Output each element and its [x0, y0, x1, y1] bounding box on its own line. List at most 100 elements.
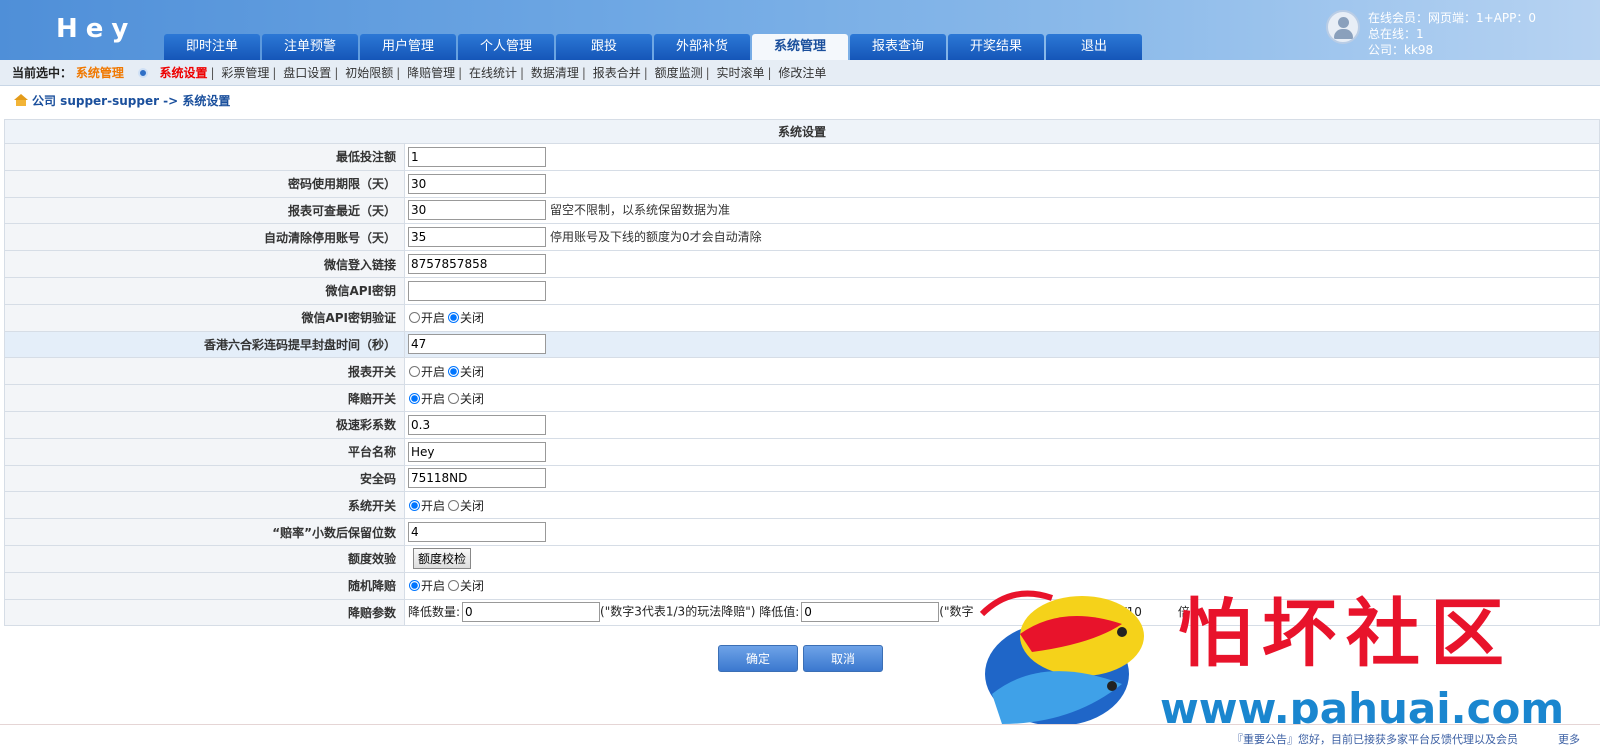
radio-label: 开启: [421, 579, 446, 594]
table-row: 系统开关 开启 关闭: [4, 491, 1600, 520]
wechat-key-input[interactable]: [408, 280, 546, 301]
cancel-button[interactable]: 取消: [803, 645, 883, 672]
platform-name-input[interactable]: [408, 441, 546, 462]
reduce-value-hint: ("数字: [939, 604, 974, 619]
tab-report-query[interactable]: 报表查询: [850, 34, 946, 60]
subnav-lottery-management[interactable]: 彩票管理: [221, 66, 269, 80]
reduce-count-label: 降低数量:: [408, 604, 461, 619]
report-days-label: 报表可查最近（天）: [4, 196, 405, 225]
app-logo: Hey: [56, 14, 137, 44]
speed-factor-input[interactable]: [408, 414, 546, 435]
wechat-verify-off-radio[interactable]: [448, 312, 460, 324]
wechat-key-label: 微信API密钥: [4, 276, 405, 305]
avatar-icon: [1326, 10, 1360, 44]
platform-name-label: 平台名称: [4, 437, 405, 466]
company-text: 公司：kk98: [1368, 43, 1434, 57]
table-row: 最低投注额: [4, 143, 1600, 171]
subnav-data-cleanup[interactable]: 数据清理: [531, 66, 579, 80]
table-row: 微信登入链接: [4, 250, 1600, 278]
auto-clear-input[interactable]: [408, 227, 546, 248]
system-switch-on-radio[interactable]: [409, 499, 420, 511]
report-days-input[interactable]: [408, 200, 546, 221]
subnav-quota-monitor[interactable]: 额度监测: [655, 66, 703, 80]
table-row: “赔率”小数后保留位数: [4, 518, 1600, 546]
subnav-odds-reduction[interactable]: 降赔管理: [407, 66, 455, 80]
table-row: 微信API密钥验证 开启 关闭: [4, 303, 1600, 332]
radio-label: 关闭: [460, 391, 485, 406]
odds-decimals-input[interactable]: [408, 522, 546, 543]
min-bet-input[interactable]: [408, 146, 546, 167]
current-selection-label: 当前选中：: [12, 66, 73, 80]
tab-external-restock[interactable]: 外部补货: [654, 34, 750, 60]
footer-notice: 『重要公告』您好，目前已接获多家平台反馈代理以及会员: [1232, 733, 1518, 746]
auto-clear-hint: 停用账号及下线的额度为0才会自动清除: [550, 229, 762, 244]
quota-check-label: 额度效验: [4, 544, 405, 573]
wechat-link-label: 微信登入链接: [4, 250, 405, 278]
main-nav: 即时注单 注单预警 用户管理 个人管理 跟投 外部补货 系统管理 报表查询 开奖…: [164, 34, 1144, 60]
subnav-market-settings[interactable]: 盘口设置: [283, 66, 331, 80]
system-switch-label: 系统开关: [4, 491, 405, 520]
breadcrumb: 公司 supper-supper -> 系统设置: [14, 92, 230, 110]
reduce-count-input[interactable]: [462, 602, 601, 623]
odds-params-label: 降赔参数: [4, 598, 405, 627]
bullet-icon: [137, 68, 148, 78]
quota-check-button[interactable]: 额度校检: [413, 548, 472, 570]
reduce-value-input[interactable]: [801, 602, 940, 623]
reduce-value-hint-end: 倍"): [1177, 604, 1201, 619]
tab-personal-management[interactable]: 个人管理: [458, 34, 554, 60]
table-row: 密码使用期限（天）: [4, 169, 1600, 198]
wechat-link-input[interactable]: [408, 254, 546, 275]
subnav-modify-bets[interactable]: 修改注单: [778, 66, 826, 80]
odds-decimals-label: “赔率”小数后保留位数: [4, 518, 405, 546]
password-expiry-label: 密码使用期限（天）: [4, 169, 405, 198]
tab-system-management[interactable]: 系统管理: [752, 34, 848, 60]
report-days-hint: 留空不限制，以系统保留数据为准: [550, 202, 731, 217]
subnav-initial-limits[interactable]: 初始限额: [345, 66, 393, 80]
tab-follow-bet[interactable]: 跟投: [556, 34, 652, 60]
reduce-value-hint-tail: 10/10: [1107, 604, 1142, 619]
radio-label: 关闭: [460, 364, 485, 379]
radio-label: 开启: [421, 364, 446, 379]
wechat-verify-on-radio[interactable]: [409, 312, 420, 324]
subnav-report-merge[interactable]: 报表合并: [593, 66, 641, 80]
tab-instant-bets[interactable]: 即时注单: [164, 34, 260, 60]
subnav-online-stats[interactable]: 在线统计: [469, 66, 517, 80]
tab-bet-warning[interactable]: 注单预警: [262, 34, 358, 60]
random-odds-on-radio[interactable]: [409, 580, 420, 592]
table-row: 自动清除停用账号（天） 停用账号及下线的额度为0才会自动清除: [4, 223, 1600, 252]
breadcrumb-text: 公司 supper-supper -> 系统设置: [32, 94, 231, 108]
table-row: 随机降赔 开启 关闭: [4, 571, 1600, 600]
system-settings-table: 系统设置 最低投注额 密码使用期限（天） 报表可查最近（天） 留空不限制，以系统…: [4, 119, 1600, 627]
table-row: 报表可查最近（天） 留空不限制，以系统保留数据为准: [4, 196, 1600, 225]
radio-label: 关闭: [460, 311, 485, 326]
speed-factor-label: 极速彩系数: [4, 410, 405, 439]
odds-switch-off-radio[interactable]: [448, 392, 460, 404]
random-odds-off-radio[interactable]: [448, 580, 460, 592]
footer-more-link[interactable]: 更多: [1558, 731, 1580, 747]
report-switch-on-radio[interactable]: [409, 365, 420, 377]
subnav-live-rolling[interactable]: 实时滚单: [717, 66, 765, 80]
wechat-verify-label: 微信API密钥验证: [4, 303, 405, 332]
min-bet-label: 最低投注额: [4, 143, 405, 171]
report-switch-off-radio[interactable]: [448, 365, 460, 377]
odds-switch-label: 降赔开关: [4, 384, 405, 412]
radio-label: 关闭: [460, 498, 485, 513]
password-expiry-input[interactable]: [408, 173, 546, 194]
settings-title: 系统设置: [4, 119, 1600, 144]
tab-draw-results[interactable]: 开奖结果: [948, 34, 1044, 60]
top-header: Hey 即时注单 注单预警 用户管理 个人管理 跟投 外部补货 系统管理 报表查…: [0, 0, 1600, 60]
auto-clear-label: 自动清除停用账号（天）: [4, 223, 405, 252]
radio-label: 开启: [421, 498, 446, 513]
hk-close-time-input[interactable]: [408, 334, 546, 355]
table-row: 极速彩系数: [4, 410, 1600, 439]
sub-nav: 当前选中： 系统管理 系统设置 | 彩票管理 | 盘口设置 | 初始限额 | 降赔管理 |…: [0, 60, 1600, 86]
system-switch-off-radio[interactable]: [448, 499, 460, 511]
reduce-count-hint: ("数字3代表1/3的玩法降赔"): [600, 604, 756, 619]
confirm-button[interactable]: 确定: [718, 645, 798, 672]
subnav-system-settings[interactable]: 系统设置: [160, 66, 208, 80]
tab-user-management[interactable]: 用户管理: [360, 34, 456, 60]
table-row: 平台名称: [4, 437, 1600, 466]
tab-logout[interactable]: 退出: [1046, 34, 1142, 60]
security-code-input[interactable]: [408, 468, 546, 489]
odds-switch-on-radio[interactable]: [409, 392, 420, 404]
